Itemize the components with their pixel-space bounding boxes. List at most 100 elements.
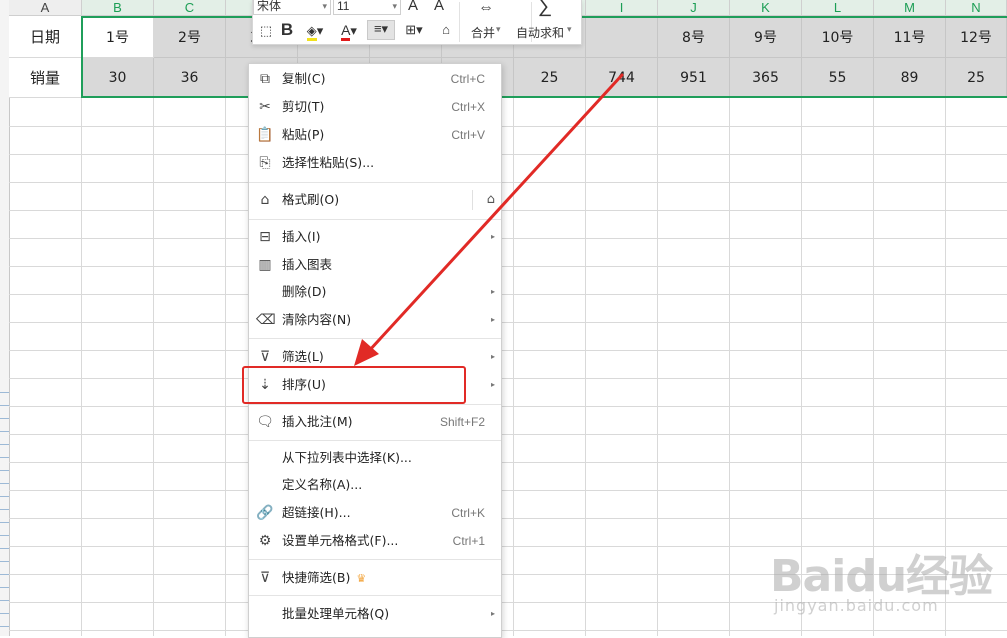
cell-i1[interactable] — [586, 16, 658, 58]
menu-item-label: 选择性粘贴(S)... — [282, 155, 375, 170]
grid-column-line — [657, 97, 658, 636]
menu-item-clear-contents[interactable]: ⌫ 清除内容(N) ▸ — [249, 307, 501, 333]
watermark-brand: Baidu经验 — [770, 551, 993, 602]
cell-k1[interactable]: 9号 — [730, 16, 802, 58]
menu-item-copy[interactable]: ⧉ 复制(C) Ctrl+C — [249, 66, 501, 92]
decrease-font-button[interactable]: A — [429, 0, 449, 14]
menu-item-hyperlink[interactable]: 🔗 超链接(H)... Ctrl+K — [249, 500, 501, 526]
watermark-url: jingyan.baidu.com — [774, 596, 939, 615]
cell-m2[interactable]: 89 — [874, 58, 946, 98]
column-header-i[interactable]: I — [586, 0, 658, 16]
column-header-m[interactable]: M — [874, 0, 946, 16]
grid-row-line — [9, 154, 1007, 155]
column-header-l[interactable]: L — [802, 0, 874, 16]
menu-item-paste-special[interactable]: ⎘ 选择性粘贴(S)... — [249, 150, 501, 176]
menu-item-insert-comment[interactable]: 🗨 插入批注(M) Shift+F2 — [249, 409, 501, 435]
grid-column-line — [225, 97, 226, 636]
menu-item-label: 清除内容(N) — [282, 312, 352, 327]
insert-icon: ⊟ — [259, 229, 271, 245]
menu-separator — [249, 338, 501, 339]
merge-icon[interactable]: ⇔ — [473, 0, 499, 16]
submenu-arrow-icon: ▸ — [490, 609, 495, 618]
menu-item-quick-filter[interactable]: ⊽ 快捷筛选(B) ♛ — [249, 565, 501, 591]
border-button[interactable]: ⊞▾ — [401, 22, 427, 38]
cell-a1[interactable]: 日期 — [9, 16, 82, 58]
crown-icon: ♛ — [356, 572, 367, 585]
format-brush-lock-icon[interactable]: ⌂ — [472, 190, 495, 210]
cell-l1[interactable]: 10号 — [802, 16, 874, 58]
grid-row-line — [9, 350, 1007, 351]
font-color-button[interactable]: A▾ — [337, 22, 361, 41]
menu-item-define-name[interactable]: 定义名称(A)... — [249, 472, 501, 498]
merge-dropdown-icon[interactable]: ▾ — [496, 24, 501, 35]
column-header-c[interactable]: C — [154, 0, 226, 16]
menu-item-format-painter[interactable]: ⌂ 格式刷(O) ⌂ — [249, 187, 501, 213]
select-icon[interactable]: ⬚ — [257, 23, 275, 39]
grid-row-line — [9, 406, 1007, 407]
menu-item-label: 格式刷(O) — [282, 192, 340, 207]
menu-item-shortcut: Shift+F2 — [439, 415, 485, 429]
grid-column-line — [585, 97, 586, 636]
menu-item-cut[interactable]: ✂ 剪切(T) Ctrl+X — [249, 94, 501, 120]
menu-item-label: 插入批注(M) — [282, 414, 353, 429]
menu-item-pick-from-list[interactable]: 从下拉列表中选择(K)... — [249, 445, 501, 471]
autosum-button[interactable]: 自动求和 — [516, 24, 564, 41]
merge-button[interactable]: 合并 — [471, 24, 495, 41]
cell-a2[interactable]: 销量 — [9, 58, 82, 98]
cell-b2[interactable]: 30 — [82, 58, 154, 98]
font-name-select[interactable]: 宋体 — [253, 0, 331, 15]
autosum-dropdown-icon[interactable]: ▾ — [567, 24, 572, 35]
format-brush-icon[interactable]: ⌂ — [437, 22, 455, 38]
column-header-n[interactable]: N — [946, 0, 1007, 16]
menu-item-shortcut: Ctrl+X — [451, 100, 485, 114]
menu-item-format-cells[interactable]: ⚙ 设置单元格格式(F)... Ctrl+1 — [249, 528, 501, 554]
menu-item-label: 批量处理单元格(Q) — [282, 606, 390, 621]
column-header-b[interactable]: B — [82, 0, 154, 16]
cell-c1[interactable]: 2号 — [154, 16, 226, 58]
cell-n1[interactable]: 12号 — [946, 16, 1007, 58]
column-header-k[interactable]: K — [730, 0, 802, 16]
cell-format-icon: ⚙ — [258, 533, 272, 549]
quick-filter-icon: ⊽ — [259, 570, 271, 586]
grid-row-line — [9, 518, 1007, 519]
menu-item-sort[interactable]: ⇣ 排序(U) ▸ — [249, 372, 501, 398]
increase-font-button[interactable]: A — [403, 0, 423, 14]
menu-item-label: 定义名称(A)... — [282, 477, 363, 492]
cell-c2[interactable]: 36 — [154, 58, 226, 98]
cell-n2[interactable]: 25 — [946, 58, 1007, 98]
format-brush-icon: ⌂ — [260, 192, 270, 208]
menu-item-insert-chart[interactable]: ▥ 插入图表 — [249, 252, 501, 278]
cell-j1[interactable]: 8号 — [658, 16, 730, 58]
fill-color-button[interactable]: ◈▾ — [303, 23, 327, 41]
font-size-select[interactable]: 11 — [333, 0, 401, 15]
menu-item-label: 删除(D) — [282, 284, 327, 299]
menu-item-label: 筛选(L) — [282, 349, 324, 364]
column-header-a[interactable]: A — [9, 0, 82, 16]
menu-separator — [249, 182, 501, 183]
menu-item-label: 粘贴(P) — [282, 127, 325, 142]
cell-b1[interactable]: 1号 — [82, 16, 154, 58]
menu-item-filter[interactable]: ⊽ 筛选(L) ▸ — [249, 344, 501, 370]
row-ticks — [0, 380, 9, 636]
context-menu: ⧉ 复制(C) Ctrl+C ✂ 剪切(T) Ctrl+X 📋 粘贴(P) Ct… — [248, 63, 502, 638]
column-header-j[interactable]: J — [658, 0, 730, 16]
sort-icon: ⇣ — [259, 377, 271, 393]
grid-row-line — [9, 126, 1007, 127]
menu-item-insert[interactable]: ⊟ 插入(I) ▸ — [249, 224, 501, 250]
cell-i2[interactable]: 744 — [586, 58, 658, 98]
cell-l2[interactable]: 55 — [802, 58, 874, 98]
cell-m1[interactable]: 11号 — [874, 16, 946, 58]
toolbar-separator — [459, 2, 460, 42]
cell-h2[interactable]: 25 — [514, 58, 586, 98]
bold-button[interactable]: B — [279, 21, 295, 38]
eraser-icon: ⌫ — [256, 312, 276, 328]
align-center-button[interactable]: ≡▾ — [367, 20, 395, 40]
cell-j2[interactable]: 951 — [658, 58, 730, 98]
menu-item-batch-process[interactable]: 批量处理单元格(Q) ▸ — [249, 601, 501, 627]
menu-item-delete[interactable]: 删除(D) ▸ — [249, 279, 501, 305]
grid-row-line — [9, 378, 1007, 379]
cell-k2[interactable]: 365 — [730, 58, 802, 98]
paste-special-icon: ⎘ — [259, 155, 271, 171]
autosum-icon[interactable]: ∑ — [533, 0, 557, 16]
menu-item-paste[interactable]: 📋 粘贴(P) Ctrl+V — [249, 122, 501, 148]
